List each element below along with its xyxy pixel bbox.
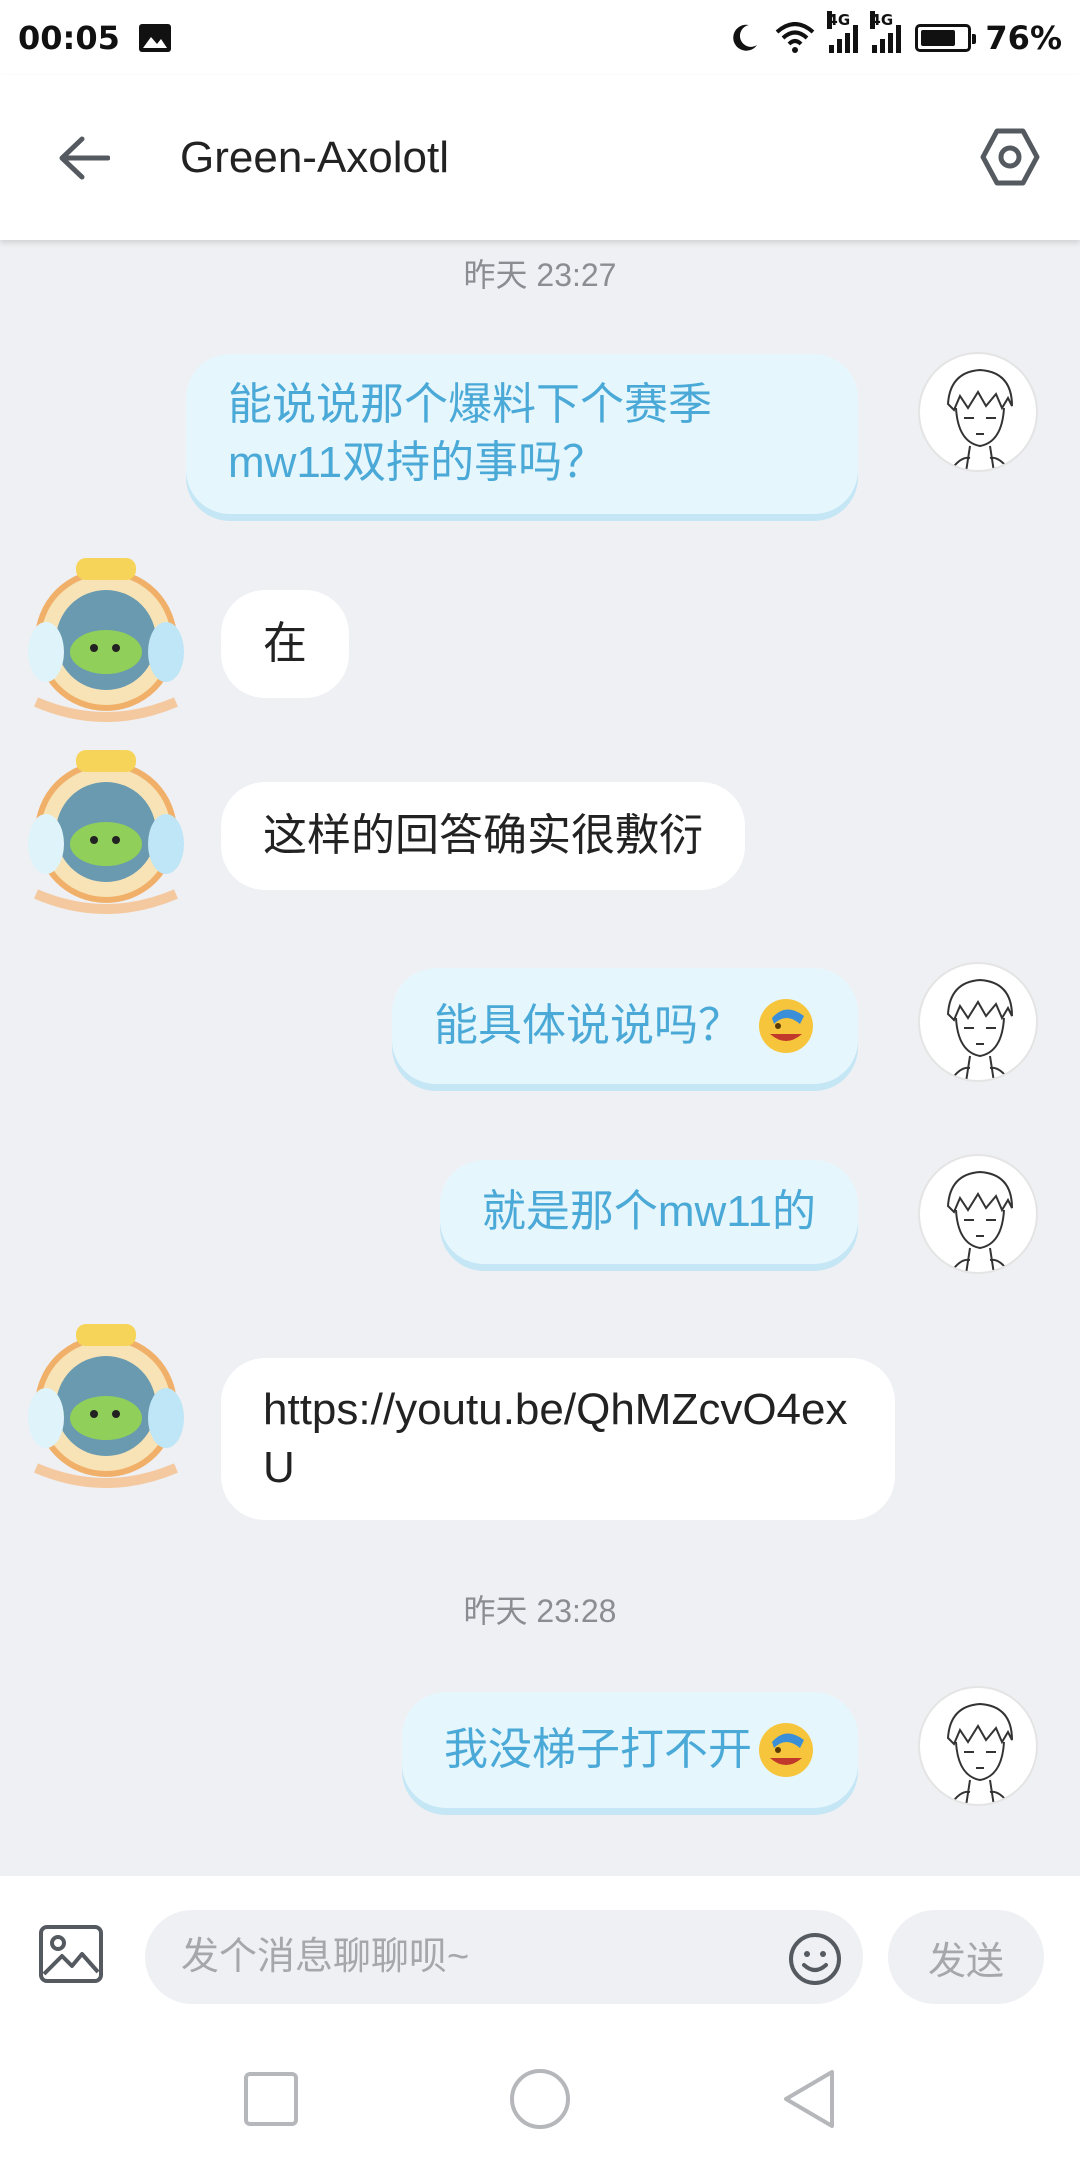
facepalm-emoji-icon [759, 999, 813, 1053]
my-avatar[interactable] [918, 1686, 1038, 1806]
triangle-back-icon [784, 2070, 834, 2128]
sketch-boy-avatar-icon [946, 1170, 1013, 1272]
message-bubble-received[interactable]: 在 [221, 590, 349, 698]
status-bar: 00:05 4G 4G 76% [0, 0, 1080, 75]
message-bubble-sent[interactable]: 能具体说说吗？ [392, 968, 858, 1084]
axolotl-avatar-icon [28, 750, 184, 914]
sketch-boy-avatar-icon [946, 978, 1013, 1080]
sketch-boy-avatar-icon [946, 1702, 1013, 1804]
signal-icon-1: 4G [827, 10, 859, 53]
recents-button[interactable] [236, 2064, 306, 2134]
square-icon [244, 2072, 298, 2126]
timestamp: 昨天 23:27 [463, 257, 617, 293]
emoji-button[interactable] [788, 1932, 842, 1986]
home-button[interactable] [505, 2064, 575, 2134]
circle-icon [510, 2069, 570, 2129]
wifi-icon [776, 21, 815, 53]
signal-icon-2: 4G [870, 10, 902, 53]
message-text: 我没梯子打不开 [444, 1725, 752, 1774]
contact-avatar[interactable] [16, 1318, 196, 1488]
message-input[interactable] [145, 1910, 863, 2004]
battery-percentage: 76% [985, 18, 1062, 57]
back-nav-button[interactable] [774, 2064, 844, 2134]
axolotl-avatar-icon [28, 558, 184, 722]
network-type-1: 4G [827, 10, 851, 29]
facepalm-emoji-icon [759, 1723, 813, 1777]
moon-icon [733, 24, 758, 51]
message-text: 在 [263, 619, 307, 668]
send-button[interactable]: 发送 [888, 1910, 1044, 2004]
message-text: 这样的回答确实很敷衍 [263, 811, 703, 860]
axolotl-avatar-icon [28, 1324, 184, 1488]
system-nav-bar [0, 2036, 1080, 2160]
timestamp: 昨天 23:28 [463, 1593, 617, 1629]
my-avatar[interactable] [918, 962, 1038, 1082]
status-time: 00:05 [18, 18, 120, 57]
network-type-2: 4G [870, 10, 894, 29]
message-bubble-sent[interactable]: 就是那个mw11的 [439, 1160, 858, 1264]
message-list[interactable]: 昨天 23:27 能说说那个爆料下个赛季mw11双持的事吗？ 在 这样的回答确实… [0, 240, 1080, 1876]
hexagon-settings-icon [980, 128, 1040, 186]
message-bubble-received[interactable]: 这样的回答确实很敷衍 [221, 782, 745, 890]
message-text: 就是那个mw11的 [481, 1187, 816, 1236]
contact-avatar[interactable] [16, 744, 196, 914]
smiley-icon [789, 1933, 841, 1985]
message-link[interactable]: https://youtu.be/QhMZcvO4exU [263, 1381, 853, 1497]
message-bubble-received[interactable]: https://youtu.be/QhMZcvO4exU [221, 1358, 895, 1520]
image-icon [39, 1925, 103, 1983]
chat-title: Green-Axolotl [180, 132, 450, 182]
contact-avatar[interactable] [16, 552, 196, 722]
arrow-left-icon [59, 136, 110, 179]
message-text: 能具体说说吗？ [434, 1001, 742, 1050]
my-avatar[interactable] [918, 352, 1038, 472]
message-composer: 发送 [0, 1876, 1080, 2036]
back-button[interactable] [54, 128, 114, 188]
gallery-notification-icon [138, 23, 171, 52]
sketch-boy-avatar-icon [946, 368, 1013, 470]
message-bubble-sent[interactable]: 能说说那个爆料下个赛季mw11双持的事吗？ [186, 354, 858, 514]
message-bubble-sent[interactable]: 我没梯子打不开 [402, 1692, 858, 1808]
battery-icon [915, 23, 977, 52]
message-text: 能说说那个爆料下个赛季mw11双持的事吗？ [228, 380, 712, 487]
image-button[interactable] [38, 1924, 104, 1984]
settings-button[interactable] [978, 125, 1042, 189]
chat-header: Green-Axolotl [0, 75, 1080, 240]
my-avatar[interactable] [918, 1154, 1038, 1274]
